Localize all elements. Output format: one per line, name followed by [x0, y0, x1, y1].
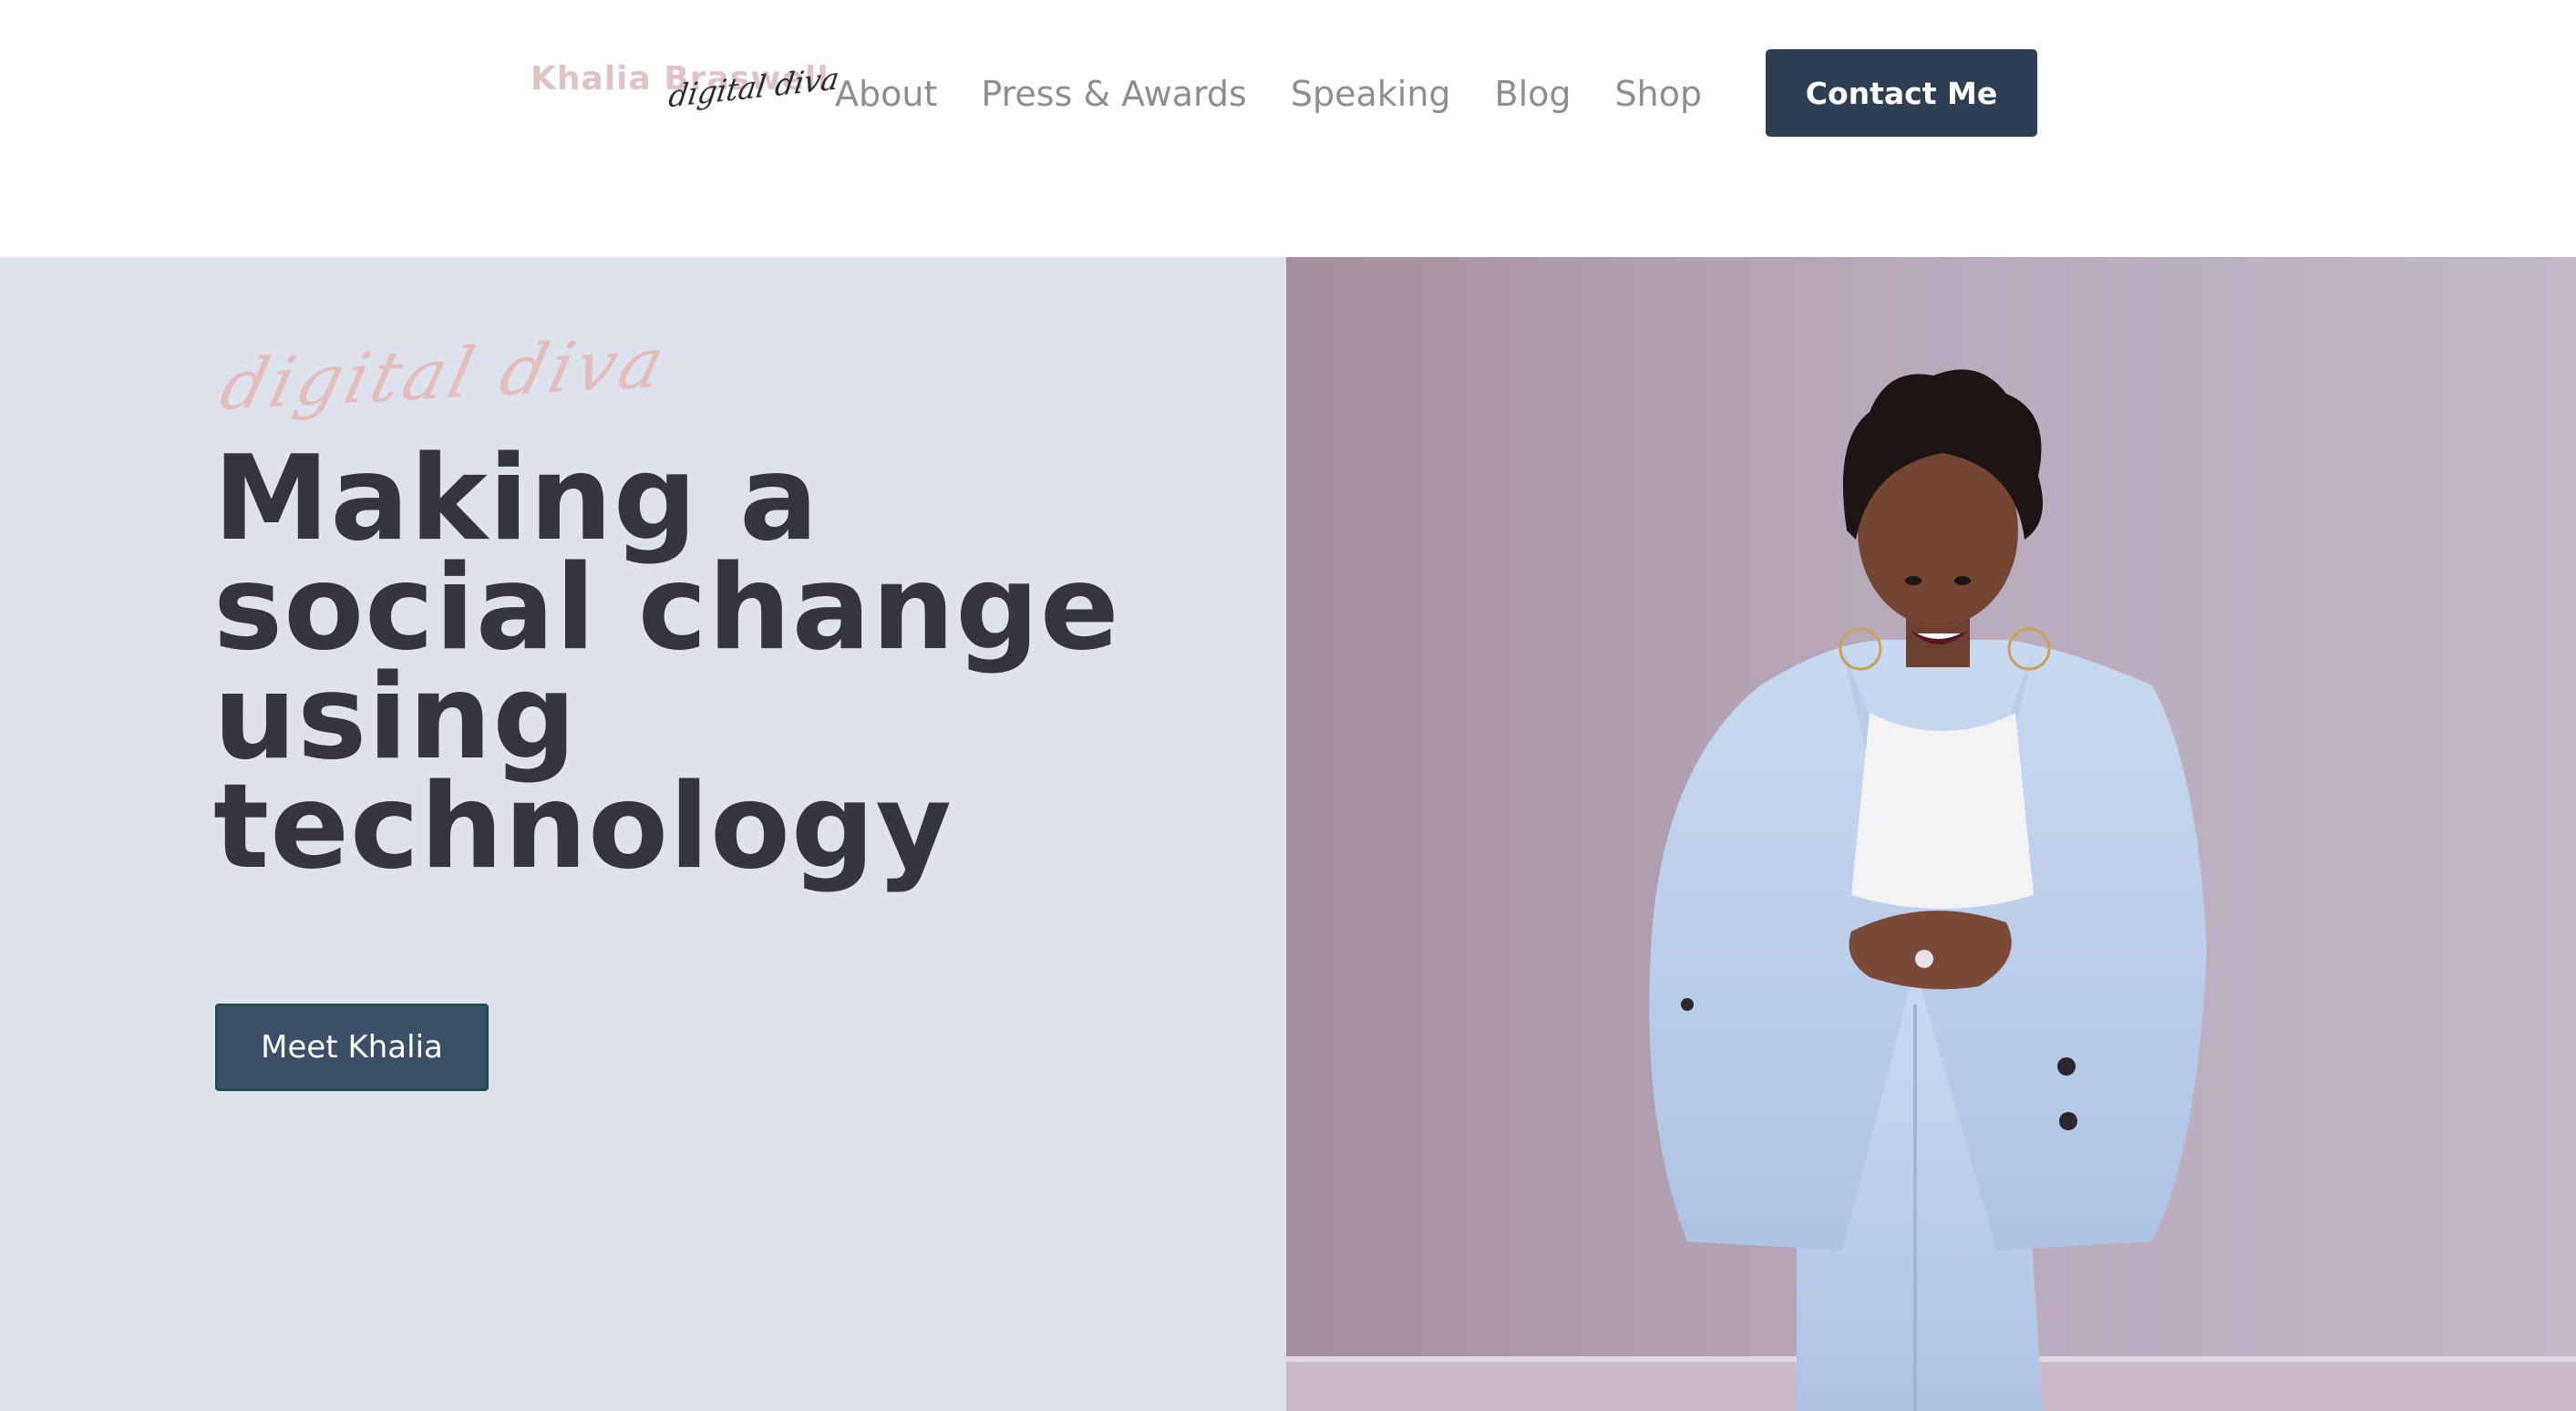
hero-headline: Making a social change using technology — [213, 441, 1125, 886]
headline-line: technology — [213, 759, 953, 895]
nav-press-awards[interactable]: Press & Awards — [981, 74, 1247, 114]
nav-blog[interactable]: Blog — [1495, 74, 1571, 114]
meet-khalia-button[interactable]: Meet Khalia — [215, 1004, 489, 1091]
site-header: Khalia Braswell digital diva About Press… — [0, 0, 2576, 257]
nav-shop[interactable]: Shop — [1615, 74, 1703, 114]
hero-photo — [1286, 257, 2576, 1411]
nav-speaking[interactable]: Speaking — [1291, 74, 1451, 114]
site-logo[interactable]: Khalia Braswell digital diva — [531, 60, 841, 124]
nav-about[interactable]: About — [835, 74, 937, 114]
main-nav: About Press & Awards Speaking Blog Shop — [835, 66, 1746, 122]
contact-me-button[interactable]: Contact Me — [1766, 49, 2037, 137]
